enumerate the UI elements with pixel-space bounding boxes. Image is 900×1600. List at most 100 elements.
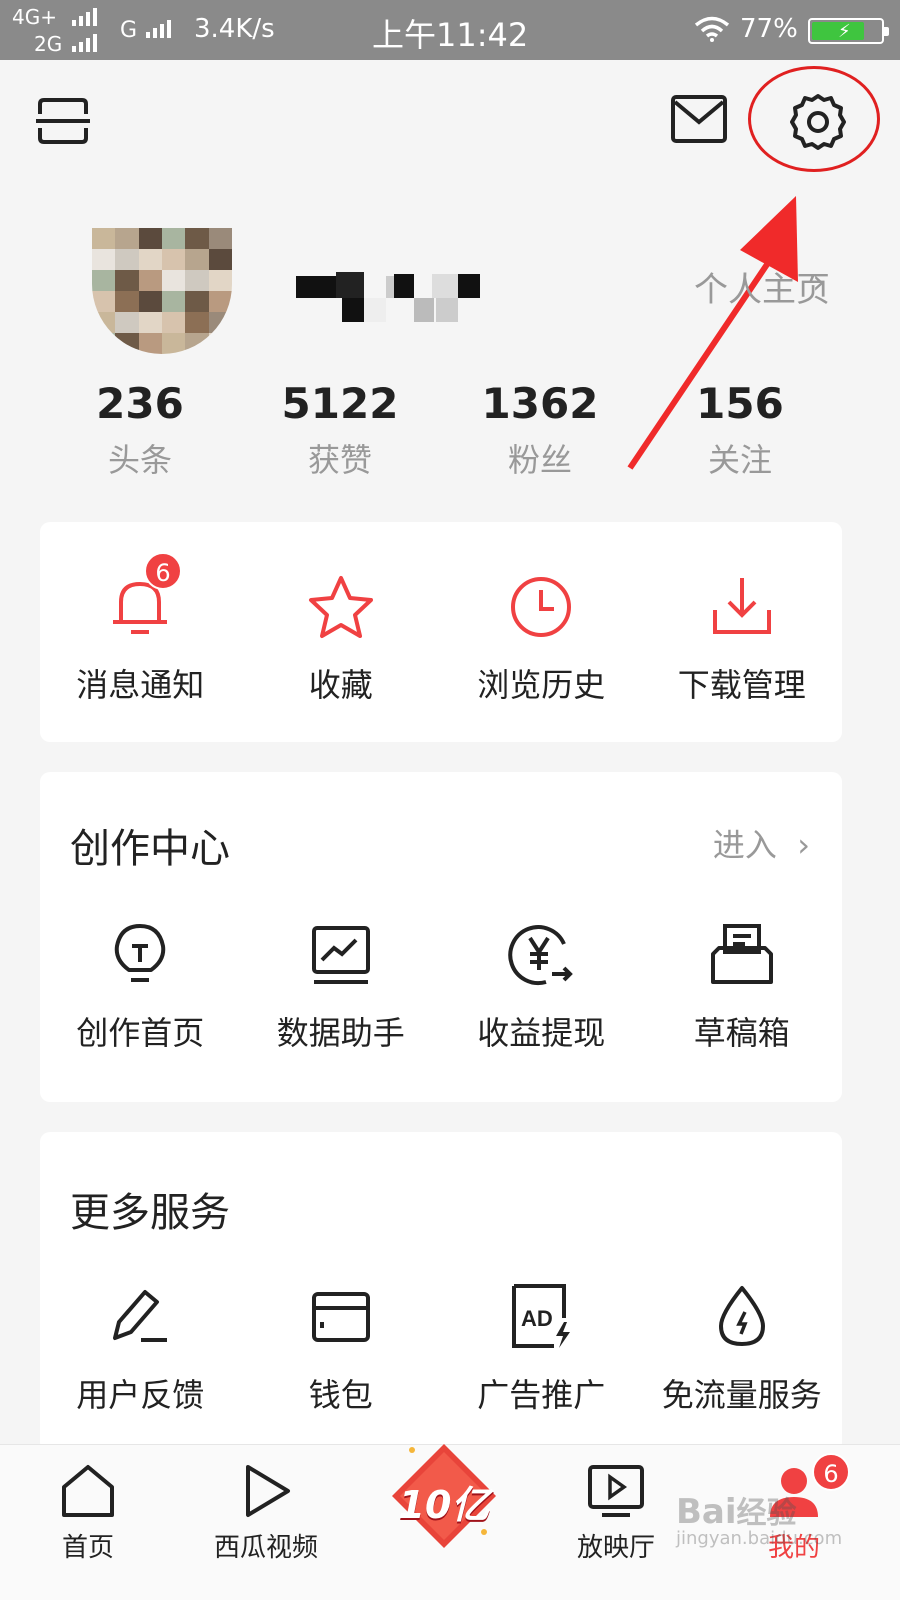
quick-action-downloads[interactable]: 下载管理 <box>642 572 843 706</box>
more-services-card: 更多服务 用户反馈 钱包 AD 广告推广 免流量服务 <box>40 1132 842 1452</box>
avatar-pixel <box>92 270 116 291</box>
data-assistant[interactable]: 数据助手 <box>241 920 442 1054</box>
cell-label: 收藏 <box>308 666 373 704</box>
avatar-pixel <box>92 249 116 270</box>
signal-strength-icon <box>146 20 171 38</box>
tab-home[interactable]: 首页 <box>8 1445 168 1564</box>
stat-value: 1362 <box>481 379 599 428</box>
mail-icon[interactable] <box>670 94 728 144</box>
username-pixel <box>414 298 434 322</box>
signal-strength-icon <box>72 34 97 52</box>
avatar-pixel <box>138 249 162 270</box>
stat-label: 头条 <box>107 441 172 479</box>
wallet[interactable]: 钱包 <box>241 1282 442 1416</box>
username-blurred[interactable] <box>296 272 482 322</box>
avatar-pixel <box>115 270 139 291</box>
tab-label: 西瓜视频 <box>213 1533 318 1563</box>
watermark-url: jingyan.baidu.com <box>676 1528 843 1549</box>
status-bar: 4G+ 2G G 3.4K/s 上午11:42 77% ⚡ <box>0 0 900 60</box>
scan-icon[interactable] <box>36 96 90 146</box>
avatar-pixel <box>92 333 116 354</box>
chart-icon <box>311 926 370 984</box>
avatar-pixel <box>162 291 186 312</box>
annotation-highlight-circle <box>748 66 880 172</box>
avatar-pixel <box>185 312 209 333</box>
free-data-service[interactable]: 免流量服务 <box>642 1282 843 1416</box>
cell-label: 广告推广 <box>477 1376 606 1414</box>
creation-center-enter-link[interactable]: 进入 › <box>713 820 810 866</box>
stat-value: 5122 <box>281 379 399 428</box>
watermark-logo: Bai经验 <box>676 1492 797 1532</box>
ad-promotion[interactable]: AD 广告推广 <box>441 1282 642 1416</box>
network-type-secondary: 2G <box>34 32 63 56</box>
avatar-pixel <box>185 333 209 354</box>
cell-label: 数据助手 <box>276 1014 405 1052</box>
username-pixel <box>336 272 364 298</box>
tab-theater[interactable]: 放映厅 <box>536 1445 696 1564</box>
card-title: 更多服务 <box>70 1190 230 1236</box>
cell-label: 下载管理 <box>677 666 806 704</box>
creation-center-card: 创作中心 进入 › 创作首页 数据助手 收益提现 草稿箱 <box>40 772 842 1102</box>
tab-xigua-video[interactable]: 西瓜视频 <box>186 1445 346 1564</box>
avatar-pixel <box>208 333 232 354</box>
username-pixel <box>458 274 480 298</box>
user-feedback[interactable]: 用户反馈 <box>40 1282 241 1416</box>
stat-value: 156 <box>696 379 784 428</box>
card-title: 创作中心 <box>70 826 230 872</box>
username-pixel <box>394 274 414 298</box>
avatar[interactable] <box>92 228 232 354</box>
cell-label: 草稿箱 <box>693 1014 790 1052</box>
avatar-pixel <box>185 270 209 291</box>
stat-label: 关注 <box>707 441 772 479</box>
clock-icon <box>511 577 572 637</box>
tab-badge: 6 <box>812 1453 850 1491</box>
quick-action-notifications[interactable]: 6 消息通知 <box>40 552 241 706</box>
tab-label: 首页 <box>61 1533 114 1563</box>
avatar-pixel <box>208 291 232 312</box>
profile-homepage-link[interactable]: 个人主页 <box>694 262 830 311</box>
clock: 上午11:42 <box>372 16 529 54</box>
drafts[interactable]: 草稿箱 <box>642 920 843 1054</box>
battery-percent: 77% <box>740 14 798 44</box>
stat-toutiao[interactable]: 236 头条 <box>40 378 240 480</box>
ad-icon: AD <box>512 1284 571 1348</box>
avatar-pixel <box>138 333 162 354</box>
avatar-pixel <box>115 333 139 354</box>
avatar-pixel <box>208 249 232 270</box>
creation-home[interactable]: 创作首页 <box>40 920 241 1054</box>
avatar-pixel <box>92 228 116 249</box>
stat-followers[interactable]: 1362 粉丝 <box>440 378 640 480</box>
stat-likes[interactable]: 5122 获赞 <box>240 378 440 480</box>
stats-row: 236 头条 5122 获赞 1362 粉丝 156 关注 <box>40 378 840 480</box>
network-type-g: G <box>120 18 138 43</box>
lightbulb-icon <box>115 924 166 982</box>
draft-box-icon <box>710 924 773 984</box>
cell-label: 消息通知 <box>76 666 205 704</box>
promo-10yi-button[interactable]: 10亿 <box>388 1440 500 1552</box>
link-label: 进入 <box>712 826 777 864</box>
avatar-pixel <box>208 270 232 291</box>
avatar-pixel <box>92 291 116 312</box>
avatar-pixel <box>115 291 139 312</box>
battery-tip <box>884 27 889 36</box>
wifi-icon <box>694 16 730 42</box>
avatar-pixel <box>162 249 186 270</box>
play-icon <box>246 1465 290 1517</box>
username-pixel <box>432 274 458 298</box>
chevron-right-icon: › <box>797 826 810 864</box>
quick-actions-card: 6 消息通知 收藏 浏览历史 下载管理 <box>40 522 842 742</box>
avatar-pixel <box>115 312 139 333</box>
avatar-pixel <box>138 312 162 333</box>
avatar-pixel <box>138 270 162 291</box>
earnings-withdraw[interactable]: 收益提现 <box>441 920 642 1054</box>
quick-action-favorites[interactable]: 收藏 <box>241 572 442 706</box>
promo-text: 10亿 <box>398 1483 490 1527</box>
stat-value: 236 <box>96 379 184 428</box>
stat-following[interactable]: 156 关注 <box>640 378 840 480</box>
avatar-pixel <box>162 270 186 291</box>
network-speed: 3.4K/s <box>194 14 275 44</box>
avatar-pixel <box>208 312 232 333</box>
cell-label: 钱包 <box>308 1376 373 1414</box>
quick-action-history[interactable]: 浏览历史 <box>441 572 642 706</box>
stat-label: 粉丝 <box>507 441 572 479</box>
